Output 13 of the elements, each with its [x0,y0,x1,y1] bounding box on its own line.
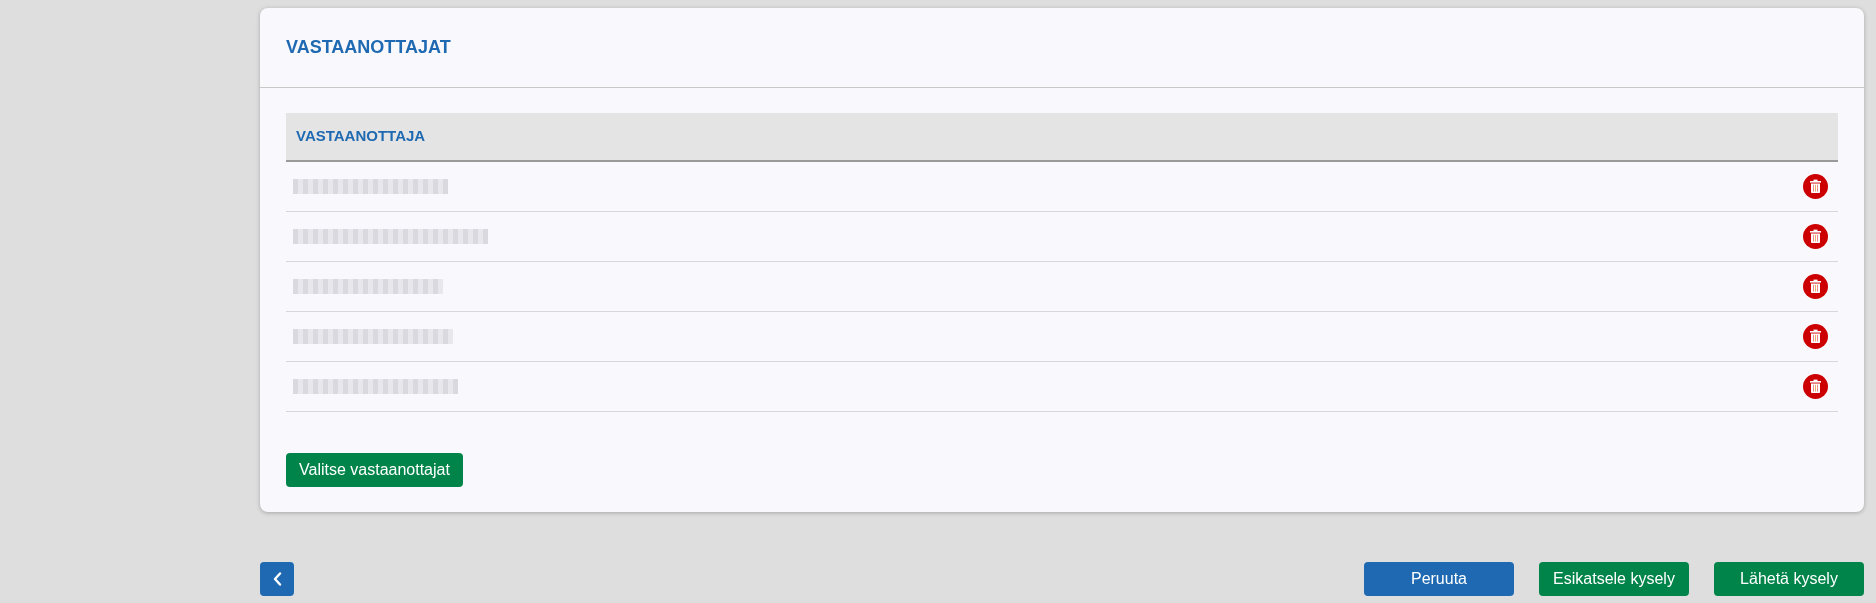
chevron-left-icon [272,572,282,586]
action-button[interactable]: Esikatsele kysely [1539,562,1689,596]
action-button[interactable]: Peruuta [1364,562,1514,596]
section-title: VASTAANOTTAJAT [286,36,451,59]
delete-icon[interactable] [1803,274,1828,299]
action-button[interactable]: Lähetä kysely [1714,562,1864,596]
delete-icon[interactable] [1803,224,1828,249]
delete-icon[interactable] [1803,374,1828,399]
delete-icon[interactable] [1803,174,1828,199]
select-recipients-button[interactable]: Valitse vastaanottajat [286,453,463,487]
delete-icon[interactable] [1803,324,1828,349]
back-button[interactable] [260,562,294,596]
column-header: VASTAANOTTAJA [296,126,426,147]
